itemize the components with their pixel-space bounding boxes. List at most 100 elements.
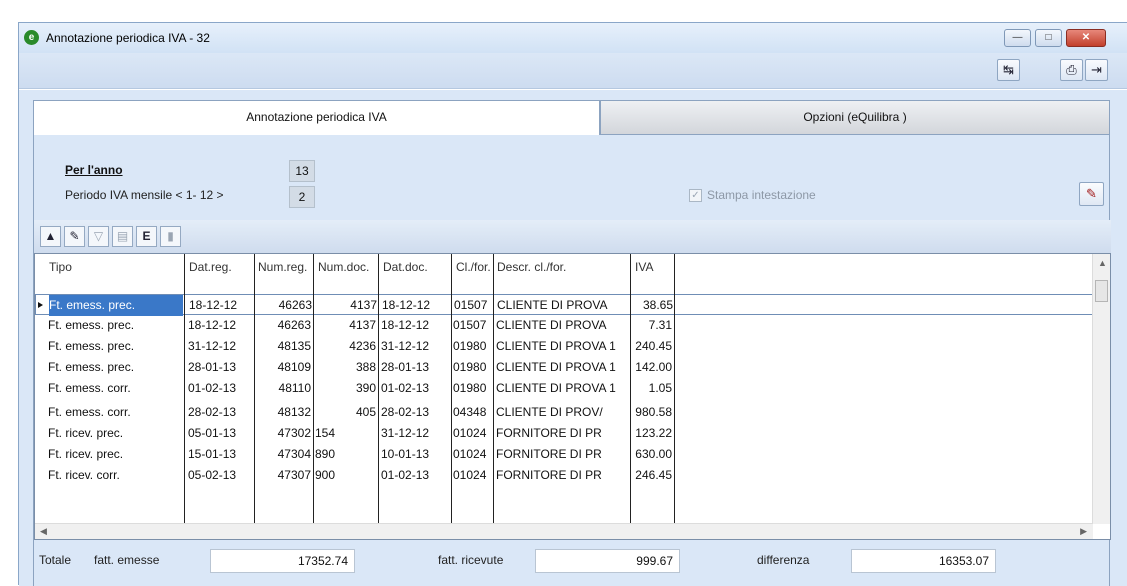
- table-row[interactable]: Ft. emess. prec. 31-12-12 48135 4236 31-12-1…: [35, 336, 1093, 357]
- table-cell[interactable]: Ft. emess. corr.: [48, 378, 182, 399]
- table-cell[interactable]: Ft. ricev. corr.: [48, 465, 182, 486]
- table-cell[interactable]: 38.65: [633, 295, 673, 316]
- table-cell[interactable]: 01980: [453, 336, 493, 357]
- table-row-selected[interactable]: Ft. emess. prec. 18-12-12 46263 4137 18-12-1…: [35, 294, 1093, 316]
- table-cell[interactable]: 48109: [256, 357, 311, 378]
- export-icon[interactable]: E: [136, 226, 157, 247]
- table-cell[interactable]: 01-02-13: [381, 465, 449, 486]
- table-cell[interactable]: CLIENTE DI PROVA 1: [496, 378, 629, 399]
- table-cell[interactable]: 01024: [453, 444, 493, 465]
- table-cell[interactable]: 01024: [453, 423, 493, 444]
- table-cell[interactable]: 05-02-13: [188, 465, 252, 486]
- col-header-datdoc[interactable]: Dat.doc.: [383, 260, 428, 274]
- table-cell[interactable]: 18-12-12: [188, 315, 252, 336]
- table-cell[interactable]: 47302: [256, 423, 311, 444]
- table-cell[interactable]: 28-02-13: [188, 402, 252, 423]
- table-cell[interactable]: 405: [315, 402, 376, 423]
- table-cell[interactable]: CLIENTE DI PROVA: [496, 315, 629, 336]
- table-cell[interactable]: 28-01-13: [381, 357, 449, 378]
- vertical-scroll-thumb[interactable]: [1095, 280, 1108, 302]
- table-row[interactable]: Ft. ricev. corr. 05-02-13 47307 900 01-02-13…: [35, 465, 1093, 486]
- minimize-button[interactable]: —: [1004, 29, 1031, 47]
- table-cell[interactable]: 01980: [453, 357, 493, 378]
- table-cell[interactable]: 390: [315, 378, 376, 399]
- table-cell[interactable]: 47304: [256, 444, 311, 465]
- table-cell[interactable]: Ft. emess. prec.: [48, 357, 182, 378]
- col-header-tipo[interactable]: Tipo: [49, 260, 72, 274]
- iva-grid[interactable]: Tipo Dat.reg. Num.reg. Num.doc. Dat.doc.…: [34, 253, 1111, 540]
- table-cell[interactable]: FORNITORE DI PR: [496, 465, 629, 486]
- table-cell[interactable]: Ft. emess. prec.: [48, 336, 182, 357]
- col-header-numdoc[interactable]: Num.doc.: [318, 260, 369, 274]
- table-cell[interactable]: 01024: [453, 465, 493, 486]
- table-cell[interactable]: 04348: [453, 402, 493, 423]
- table-cell[interactable]: 28-01-13: [188, 357, 252, 378]
- table-cell[interactable]: 4137: [316, 295, 377, 316]
- table-cell[interactable]: 240.45: [632, 336, 672, 357]
- table-cell[interactable]: 630.00: [632, 444, 672, 465]
- col-header-datreg[interactable]: Dat.reg.: [189, 260, 232, 274]
- table-cell[interactable]: 01-02-13: [381, 378, 449, 399]
- scroll-left-icon[interactable]: ◀: [40, 526, 47, 537]
- table-cell[interactable]: FORNITORE DI PR: [496, 423, 629, 444]
- table-cell[interactable]: 01980: [453, 378, 493, 399]
- table-cell[interactable]: 48110: [256, 378, 311, 399]
- col-header-iva[interactable]: IVA: [635, 260, 653, 274]
- edit-icon[interactable]: ✎: [64, 226, 85, 247]
- filter-icon[interactable]: ▽: [88, 226, 109, 247]
- table-cell[interactable]: CLIENTE DI PROVA 1: [496, 336, 629, 357]
- table-cell[interactable]: 980.58: [632, 402, 672, 423]
- col-header-numreg[interactable]: Num.reg.: [258, 260, 307, 274]
- print-icon[interactable]: ⎙: [1060, 59, 1083, 81]
- table-cell[interactable]: 7.31: [632, 315, 672, 336]
- table-cell[interactable]: Ft. ricev. prec.: [48, 444, 182, 465]
- table-cell[interactable]: 05-01-13: [188, 423, 252, 444]
- table-cell[interactable]: 900: [315, 465, 376, 486]
- table-cell[interactable]: 246.45: [632, 465, 672, 486]
- table-cell[interactable]: 18-12-12: [189, 295, 253, 316]
- year-field[interactable]: 13: [289, 160, 315, 182]
- table-row[interactable]: Ft. emess. corr. 28-02-13 48132 405 28-02-13…: [35, 402, 1093, 423]
- table-cell[interactable]: CLIENTE DI PROV/: [496, 402, 629, 423]
- scroll-right-icon[interactable]: ▶: [1080, 526, 1087, 537]
- table-row[interactable]: Ft. ricev. prec. 05-01-13 47302 154 31-12-12…: [35, 423, 1093, 444]
- table-cell[interactable]: 01507: [454, 295, 494, 316]
- table-cell[interactable]: 18-12-12: [382, 295, 450, 316]
- table-cell[interactable]: 142.00: [632, 357, 672, 378]
- title-bar[interactable]: e Annotazione periodica IVA - 32 — □ ✕: [19, 23, 1127, 53]
- table-cell[interactable]: CLIENTE DI PROVA 1: [496, 357, 629, 378]
- table-cell[interactable]: 31-12-12: [381, 336, 449, 357]
- tab-opzioni[interactable]: Opzioni (eQuilibra ): [600, 100, 1110, 135]
- table-row[interactable]: Ft. emess. prec. 18-12-12 46263 4137 18-12-1…: [35, 315, 1093, 336]
- table-cell[interactable]: 4137: [315, 315, 376, 336]
- erase-icon[interactable]: ✎: [1079, 182, 1104, 206]
- table-row[interactable]: Ft. ricev. prec. 15-01-13 47304 890 10-01-13…: [35, 444, 1093, 465]
- lock-icon[interactable]: ▮: [160, 226, 181, 247]
- print-header-checkbox[interactable]: ✓: [689, 189, 702, 202]
- table-cell[interactable]: 1.05: [632, 378, 672, 399]
- horizontal-scrollbar[interactable]: ◀ ▶: [35, 523, 1093, 539]
- table-row[interactable]: Ft. emess. prec. 28-01-13 48109 388 28-01-13…: [35, 357, 1093, 378]
- table-cell[interactable]: Ft. emess. prec.: [49, 295, 183, 316]
- table-cell[interactable]: 154: [315, 423, 376, 444]
- table-cell[interactable]: 01-02-13: [188, 378, 252, 399]
- table-cell[interactable]: 10-01-13: [381, 444, 449, 465]
- table-row[interactable]: Ft. emess. corr. 01-02-13 48110 390 01-02-13…: [35, 378, 1093, 399]
- table-cell[interactable]: 388: [315, 357, 376, 378]
- table-cell[interactable]: 28-02-13: [381, 402, 449, 423]
- table-cell[interactable]: 48132: [256, 402, 311, 423]
- table-cell[interactable]: 46263: [256, 315, 311, 336]
- exit-icon[interactable]: ⇥: [1085, 59, 1108, 81]
- copy-icon[interactable]: ▤: [112, 226, 133, 247]
- table-cell[interactable]: 18-12-12: [381, 315, 449, 336]
- table-cell[interactable]: 47307: [256, 465, 311, 486]
- table-cell[interactable]: 46263: [257, 295, 312, 316]
- table-cell[interactable]: 48135: [256, 336, 311, 357]
- table-cell[interactable]: 123.22: [632, 423, 672, 444]
- table-cell[interactable]: 15-01-13: [188, 444, 252, 465]
- table-cell[interactable]: 01507: [453, 315, 493, 336]
- table-cell[interactable]: Ft. emess. corr.: [48, 402, 182, 423]
- table-cell[interactable]: 4236: [315, 336, 376, 357]
- table-cell[interactable]: 31-12-12: [188, 336, 252, 357]
- close-button[interactable]: ✕: [1066, 29, 1106, 47]
